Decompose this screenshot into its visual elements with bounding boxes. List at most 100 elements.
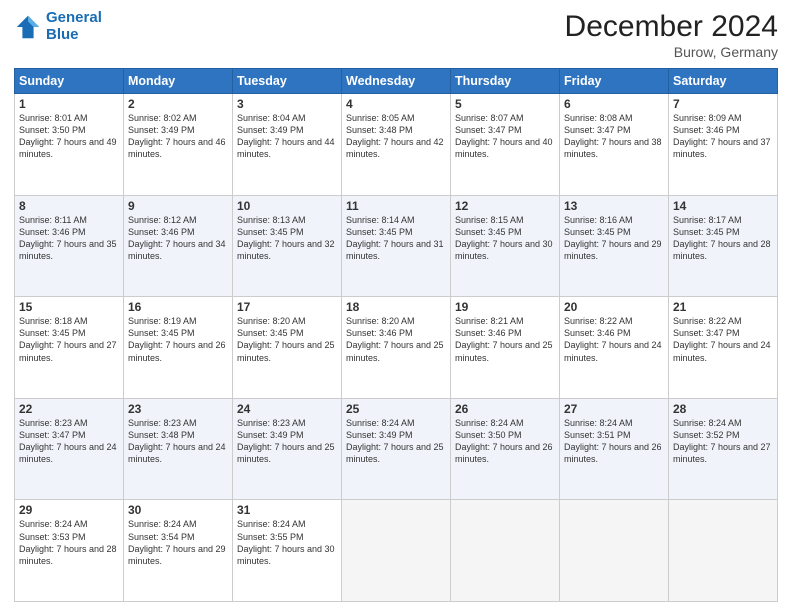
day-number: 18 (346, 300, 446, 314)
day-number: 23 (128, 402, 228, 416)
calendar-cell: 12Sunrise: 8:15 AMSunset: 3:45 PMDayligh… (451, 195, 560, 297)
day-number: 30 (128, 503, 228, 517)
day-info: Sunrise: 8:22 AMSunset: 3:47 PMDaylight:… (673, 315, 773, 364)
col-header-wednesday: Wednesday (342, 69, 451, 94)
day-info: Sunrise: 8:20 AMSunset: 3:45 PMDaylight:… (237, 315, 337, 364)
day-number: 19 (455, 300, 555, 314)
day-info: Sunrise: 8:08 AMSunset: 3:47 PMDaylight:… (564, 112, 664, 161)
day-info: Sunrise: 8:23 AMSunset: 3:49 PMDaylight:… (237, 417, 337, 466)
calendar-cell: 23Sunrise: 8:23 AMSunset: 3:48 PMDayligh… (124, 398, 233, 500)
day-info: Sunrise: 8:04 AMSunset: 3:49 PMDaylight:… (237, 112, 337, 161)
calendar-cell (342, 500, 451, 602)
day-number: 6 (564, 97, 664, 111)
day-info: Sunrise: 8:09 AMSunset: 3:46 PMDaylight:… (673, 112, 773, 161)
day-info: Sunrise: 8:07 AMSunset: 3:47 PMDaylight:… (455, 112, 555, 161)
day-info: Sunrise: 8:13 AMSunset: 3:45 PMDaylight:… (237, 214, 337, 263)
col-header-friday: Friday (560, 69, 669, 94)
calendar-cell: 30Sunrise: 8:24 AMSunset: 3:54 PMDayligh… (124, 500, 233, 602)
day-info: Sunrise: 8:24 AMSunset: 3:54 PMDaylight:… (128, 518, 228, 567)
day-number: 16 (128, 300, 228, 314)
calendar-cell: 4Sunrise: 8:05 AMSunset: 3:48 PMDaylight… (342, 94, 451, 196)
day-number: 13 (564, 199, 664, 213)
col-header-saturday: Saturday (669, 69, 778, 94)
col-header-tuesday: Tuesday (233, 69, 342, 94)
day-number: 3 (237, 97, 337, 111)
day-info: Sunrise: 8:24 AMSunset: 3:49 PMDaylight:… (346, 417, 446, 466)
day-number: 1 (19, 97, 119, 111)
day-info: Sunrise: 8:24 AMSunset: 3:55 PMDaylight:… (237, 518, 337, 567)
day-info: Sunrise: 8:12 AMSunset: 3:46 PMDaylight:… (128, 214, 228, 263)
calendar-cell: 29Sunrise: 8:24 AMSunset: 3:53 PMDayligh… (15, 500, 124, 602)
day-info: Sunrise: 8:23 AMSunset: 3:48 PMDaylight:… (128, 417, 228, 466)
header: General Blue December 2024 Burow, German… (14, 10, 778, 60)
col-header-sunday: Sunday (15, 69, 124, 94)
day-number: 25 (346, 402, 446, 416)
col-header-monday: Monday (124, 69, 233, 94)
calendar-cell: 10Sunrise: 8:13 AMSunset: 3:45 PMDayligh… (233, 195, 342, 297)
day-info: Sunrise: 8:14 AMSunset: 3:45 PMDaylight:… (346, 214, 446, 263)
day-info: Sunrise: 8:24 AMSunset: 3:51 PMDaylight:… (564, 417, 664, 466)
calendar-cell: 5Sunrise: 8:07 AMSunset: 3:47 PMDaylight… (451, 94, 560, 196)
day-info: Sunrise: 8:16 AMSunset: 3:45 PMDaylight:… (564, 214, 664, 263)
calendar-cell: 27Sunrise: 8:24 AMSunset: 3:51 PMDayligh… (560, 398, 669, 500)
logo-line1: General (46, 9, 102, 26)
calendar-cell: 3Sunrise: 8:04 AMSunset: 3:49 PMDaylight… (233, 94, 342, 196)
calendar-cell: 8Sunrise: 8:11 AMSunset: 3:46 PMDaylight… (15, 195, 124, 297)
calendar-cell: 14Sunrise: 8:17 AMSunset: 3:45 PMDayligh… (669, 195, 778, 297)
day-info: Sunrise: 8:15 AMSunset: 3:45 PMDaylight:… (455, 214, 555, 263)
calendar-cell: 20Sunrise: 8:22 AMSunset: 3:46 PMDayligh… (560, 297, 669, 399)
day-number: 10 (237, 199, 337, 213)
calendar-cell: 13Sunrise: 8:16 AMSunset: 3:45 PMDayligh… (560, 195, 669, 297)
calendar-cell: 1Sunrise: 8:01 AMSunset: 3:50 PMDaylight… (15, 94, 124, 196)
calendar-cell (669, 500, 778, 602)
day-number: 28 (673, 402, 773, 416)
day-number: 11 (346, 199, 446, 213)
day-number: 31 (237, 503, 337, 517)
calendar-cell: 18Sunrise: 8:20 AMSunset: 3:46 PMDayligh… (342, 297, 451, 399)
day-number: 29 (19, 503, 119, 517)
calendar-week-5: 29Sunrise: 8:24 AMSunset: 3:53 PMDayligh… (15, 500, 778, 602)
calendar-cell: 15Sunrise: 8:18 AMSunset: 3:45 PMDayligh… (15, 297, 124, 399)
logo-icon (14, 13, 42, 41)
day-number: 17 (237, 300, 337, 314)
day-number: 22 (19, 402, 119, 416)
calendar-week-1: 1Sunrise: 8:01 AMSunset: 3:50 PMDaylight… (15, 94, 778, 196)
day-info: Sunrise: 8:18 AMSunset: 3:45 PMDaylight:… (19, 315, 119, 364)
calendar-cell: 24Sunrise: 8:23 AMSunset: 3:49 PMDayligh… (233, 398, 342, 500)
calendar-cell: 26Sunrise: 8:24 AMSunset: 3:50 PMDayligh… (451, 398, 560, 500)
day-number: 4 (346, 97, 446, 111)
day-info: Sunrise: 8:23 AMSunset: 3:47 PMDaylight:… (19, 417, 119, 466)
day-info: Sunrise: 8:19 AMSunset: 3:45 PMDaylight:… (128, 315, 228, 364)
day-info: Sunrise: 8:21 AMSunset: 3:46 PMDaylight:… (455, 315, 555, 364)
day-number: 9 (128, 199, 228, 213)
day-number: 8 (19, 199, 119, 213)
day-number: 27 (564, 402, 664, 416)
calendar-cell (451, 500, 560, 602)
calendar-cell: 2Sunrise: 8:02 AMSunset: 3:49 PMDaylight… (124, 94, 233, 196)
day-number: 24 (237, 402, 337, 416)
calendar-cell: 22Sunrise: 8:23 AMSunset: 3:47 PMDayligh… (15, 398, 124, 500)
day-number: 15 (19, 300, 119, 314)
calendar-cell: 11Sunrise: 8:14 AMSunset: 3:45 PMDayligh… (342, 195, 451, 297)
day-info: Sunrise: 8:02 AMSunset: 3:49 PMDaylight:… (128, 112, 228, 161)
day-number: 5 (455, 97, 555, 111)
day-number: 26 (455, 402, 555, 416)
calendar-cell: 28Sunrise: 8:24 AMSunset: 3:52 PMDayligh… (669, 398, 778, 500)
calendar-cell: 19Sunrise: 8:21 AMSunset: 3:46 PMDayligh… (451, 297, 560, 399)
day-info: Sunrise: 8:22 AMSunset: 3:46 PMDaylight:… (564, 315, 664, 364)
calendar-cell: 31Sunrise: 8:24 AMSunset: 3:55 PMDayligh… (233, 500, 342, 602)
day-info: Sunrise: 8:11 AMSunset: 3:46 PMDaylight:… (19, 214, 119, 263)
calendar-week-3: 15Sunrise: 8:18 AMSunset: 3:45 PMDayligh… (15, 297, 778, 399)
day-number: 21 (673, 300, 773, 314)
location: Burow, Germany (565, 44, 778, 60)
day-info: Sunrise: 8:24 AMSunset: 3:53 PMDaylight:… (19, 518, 119, 567)
day-info: Sunrise: 8:01 AMSunset: 3:50 PMDaylight:… (19, 112, 119, 161)
calendar-table: SundayMondayTuesdayWednesdayThursdayFrid… (14, 68, 778, 602)
day-info: Sunrise: 8:24 AMSunset: 3:50 PMDaylight:… (455, 417, 555, 466)
logo-line2: Blue (46, 26, 79, 43)
title-block: December 2024 Burow, Germany (565, 10, 778, 60)
day-number: 7 (673, 97, 773, 111)
calendar-cell: 21Sunrise: 8:22 AMSunset: 3:47 PMDayligh… (669, 297, 778, 399)
col-header-thursday: Thursday (451, 69, 560, 94)
logo: General Blue (14, 10, 102, 43)
